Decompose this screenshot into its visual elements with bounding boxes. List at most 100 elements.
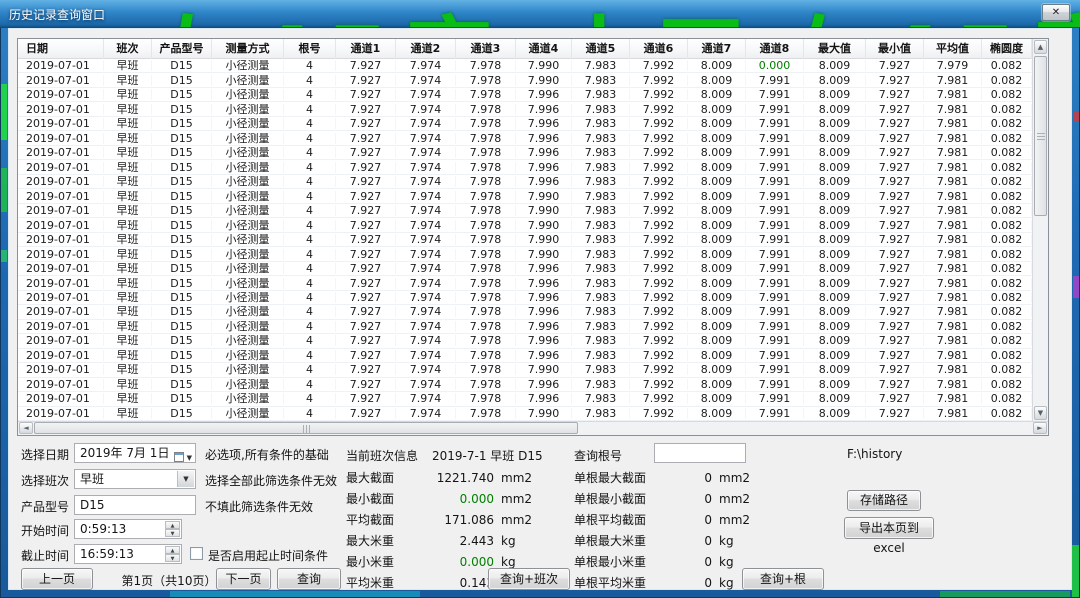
table-row[interactable]: 2019-07-01早班D15小径测量47.9277.9747.9787.996… — [18, 320, 1032, 334]
table-row[interactable]: 2019-07-01早班D15小径测量47.9277.9747.9787.996… — [18, 175, 1032, 189]
table-row[interactable]: 2019-07-01早班D15小径测量47.9277.9747.9787.990… — [18, 407, 1032, 421]
query-root-input[interactable] — [654, 443, 746, 463]
cell: 4 — [284, 249, 336, 260]
stat-value: 0.000 — [424, 555, 494, 569]
stat-unit: mm2 — [719, 513, 750, 527]
date-picker[interactable]: 2019年 7月 1日 ▼ — [74, 443, 196, 463]
table-row[interactable]: 2019-07-01早班D15小径测量47.9277.9747.9787.990… — [18, 247, 1032, 261]
cell: 2019-07-01 — [18, 118, 104, 129]
stat-value: 171.086 — [424, 513, 494, 527]
table-row[interactable]: 2019-07-01早班D15小径测量47.9277.9747.9787.990… — [18, 363, 1032, 377]
cell: 小径测量 — [212, 234, 284, 245]
end-time-spinner[interactable]: 16:59:13 ▲▼ — [74, 544, 182, 564]
spinner-arrows-icon[interactable]: ▲▼ — [165, 521, 180, 537]
table-row[interactable]: 2019-07-01早班D15小径测量47.9277.9747.9787.996… — [18, 146, 1032, 160]
spinner-arrows-icon[interactable]: ▲▼ — [165, 546, 180, 562]
column-header[interactable]: 通道1 — [336, 39, 396, 59]
calendar-icon[interactable]: ▼ — [174, 447, 192, 463]
cell: 8.009 — [804, 278, 866, 289]
shift-dropdown[interactable]: 早班 ▼ — [74, 469, 196, 489]
table-row[interactable]: 2019-07-01早班D15小径测量47.9277.9747.9787.996… — [18, 378, 1032, 392]
column-header[interactable]: 通道8 — [746, 39, 804, 59]
query-shift-button[interactable]: 查询+班次 — [488, 568, 570, 590]
cell: 7.992 — [630, 321, 688, 332]
table-row[interactable]: 2019-07-01早班D15小径测量47.9277.9747.9787.996… — [18, 131, 1032, 145]
table-row[interactable]: 2019-07-01早班D15小径测量47.9277.9747.9787.990… — [18, 189, 1032, 203]
cell: 4 — [284, 75, 336, 86]
column-header[interactable]: 椭圆度 — [982, 39, 1032, 59]
column-header[interactable]: 通道6 — [630, 39, 688, 59]
column-header[interactable]: 根号 — [284, 39, 336, 59]
scroll-right-icon[interactable]: ► — [1033, 422, 1047, 434]
cell: 0.082 — [982, 278, 1032, 289]
query-button[interactable]: 查询 — [277, 568, 341, 590]
column-header[interactable]: 通道5 — [572, 39, 630, 59]
cell: 7.991 — [746, 379, 804, 390]
table-row[interactable]: 2019-07-01早班D15小径测量47.9277.9747.9787.996… — [18, 88, 1032, 102]
cell: 7.974 — [396, 321, 456, 332]
cell: 7.974 — [396, 234, 456, 245]
cell: 4 — [284, 321, 336, 332]
column-header[interactable]: 最大值 — [804, 39, 866, 59]
prev-page-button[interactable]: 上一页 — [21, 568, 93, 590]
storage-path-button[interactable]: 存储路径 — [847, 490, 921, 511]
scroll-left-icon[interactable]: ◄ — [19, 422, 33, 434]
cell: 7.974 — [396, 263, 456, 274]
cell: 8.009 — [688, 205, 746, 216]
vertical-scrollbar[interactable]: ▲ ▼ — [1032, 39, 1048, 421]
cell: 4 — [284, 191, 336, 202]
table-row[interactable]: 2019-07-01早班D15小径测量47.9277.9747.9787.996… — [18, 349, 1032, 363]
scroll-up-icon[interactable]: ▲ — [1034, 40, 1047, 54]
chevron-down-icon[interactable]: ▼ — [177, 471, 194, 487]
column-header[interactable]: 平均值 — [924, 39, 982, 59]
start-time-spinner[interactable]: 0:59:13 ▲▼ — [74, 519, 182, 539]
table-row[interactable]: 2019-07-01早班D15小径测量47.9277.9747.9787.990… — [18, 218, 1032, 232]
table-row[interactable]: 2019-07-01早班D15小径测量47.9277.9747.9787.996… — [18, 102, 1032, 116]
cell: 2019-07-01 — [18, 379, 104, 390]
column-header[interactable]: 通道2 — [396, 39, 456, 59]
horizontal-scrollbar[interactable]: ◄ ► — [18, 421, 1048, 435]
column-header[interactable]: 日期 — [18, 39, 104, 59]
scroll-down-icon[interactable]: ▼ — [1034, 406, 1047, 420]
export-excel-button[interactable]: 导出本页到excel — [844, 517, 934, 539]
column-header[interactable]: 最小值 — [866, 39, 924, 59]
table-row[interactable]: 2019-07-01早班D15小径测量47.9277.9747.9787.996… — [18, 160, 1032, 174]
cell: 7.991 — [746, 321, 804, 332]
cell: 4 — [284, 350, 336, 361]
table-row[interactable]: 2019-07-01早班D15小径测量47.9277.9747.9787.996… — [18, 262, 1032, 276]
table-row[interactable]: 2019-07-01早班D15小径测量47.9277.9747.9787.996… — [18, 276, 1032, 290]
vertical-scrollbar-thumb[interactable] — [1034, 56, 1047, 216]
cell: 8.009 — [688, 75, 746, 86]
table-row[interactable]: 2019-07-01早班D15小径测量47.9277.9747.9787.996… — [18, 291, 1032, 305]
table-row[interactable]: 2019-07-01早班D15小径测量47.9277.9747.9787.996… — [18, 117, 1032, 131]
cell: 小径测量 — [212, 162, 284, 173]
table-row[interactable]: 2019-07-01早班D15小径测量47.9277.9747.9787.996… — [18, 392, 1032, 406]
cell: 7.981 — [924, 162, 982, 173]
cell: D15 — [152, 147, 212, 158]
cell: 7.978 — [456, 133, 516, 144]
table-row[interactable]: 2019-07-01早班D15小径测量47.9277.9747.9787.996… — [18, 305, 1032, 319]
table-row[interactable]: 2019-07-01早班D15小径测量47.9277.9747.9787.990… — [18, 59, 1032, 73]
table-row[interactable]: 2019-07-01早班D15小径测量47.9277.9747.9787.990… — [18, 73, 1032, 87]
column-header[interactable]: 班次 — [104, 39, 152, 59]
query-root-button[interactable]: 查询+根 — [742, 568, 824, 590]
cell: 小径测量 — [212, 133, 284, 144]
close-button[interactable]: ✕ — [1042, 4, 1070, 21]
time-condition-checkbox[interactable] — [190, 547, 203, 560]
column-header[interactable]: 通道4 — [516, 39, 572, 59]
cell: 小径测量 — [212, 191, 284, 202]
cell: 早班 — [104, 263, 152, 274]
column-header[interactable]: 通道3 — [456, 39, 516, 59]
table-row[interactable]: 2019-07-01早班D15小径测量47.9277.9747.9787.990… — [18, 204, 1032, 218]
cell: 7.983 — [572, 118, 630, 129]
cell: 8.009 — [688, 118, 746, 129]
next-page-button[interactable]: 下一页 — [216, 568, 271, 590]
column-header[interactable]: 测量方式 — [212, 39, 284, 59]
horizontal-scrollbar-thumb[interactable] — [34, 422, 578, 434]
column-header[interactable]: 通道7 — [688, 39, 746, 59]
table-row[interactable]: 2019-07-01早班D15小径测量47.9277.9747.9787.990… — [18, 233, 1032, 247]
column-header[interactable]: 产品型号 — [152, 39, 212, 59]
table-row[interactable]: 2019-07-01早班D15小径测量47.9277.9747.9787.996… — [18, 334, 1032, 348]
model-input[interactable]: D15 — [74, 495, 196, 515]
background-overlay-text: 左45度 水平 右45度 — [0, 0, 1080, 28]
